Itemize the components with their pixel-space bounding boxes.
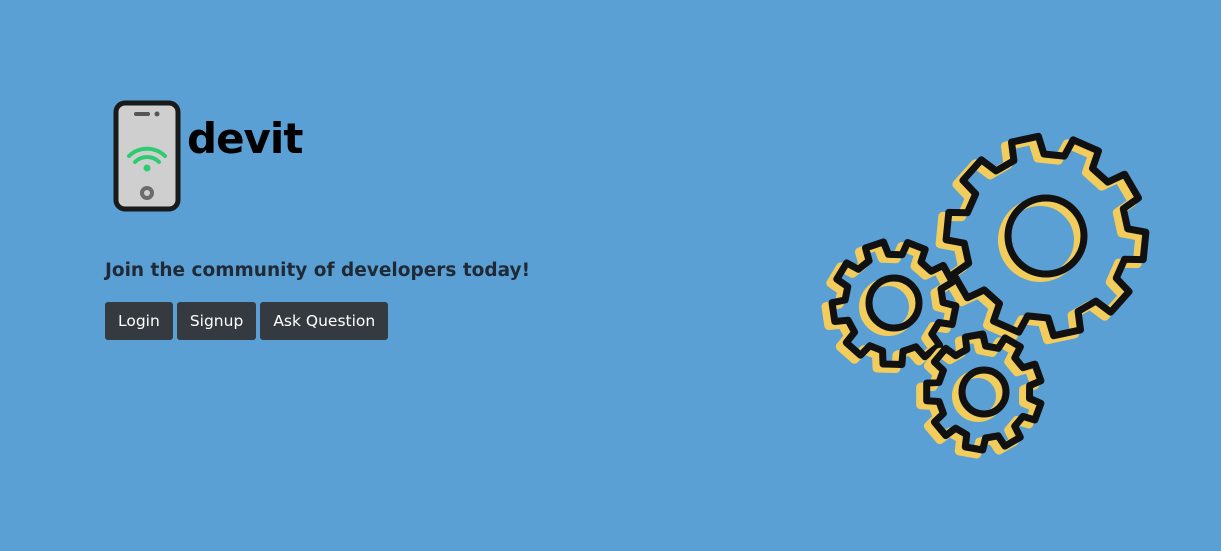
brand-name: devit [187,114,303,163]
tagline: Join the community of developers today! [105,260,531,281]
large-gear-icon [935,132,1150,345]
login-button[interactable]: Login [105,302,173,340]
signup-button[interactable]: Signup [176,302,257,340]
gears-icon [821,132,1150,459]
ask-question-button[interactable]: Ask Question [260,302,389,340]
brand: devit [113,100,303,212]
small-gear-icon [916,330,1045,459]
phone-wifi-icon [113,100,181,212]
landing-page: devit Join the community of developers t… [0,0,1221,551]
action-buttons: Login Signup Ask Question [105,302,389,340]
